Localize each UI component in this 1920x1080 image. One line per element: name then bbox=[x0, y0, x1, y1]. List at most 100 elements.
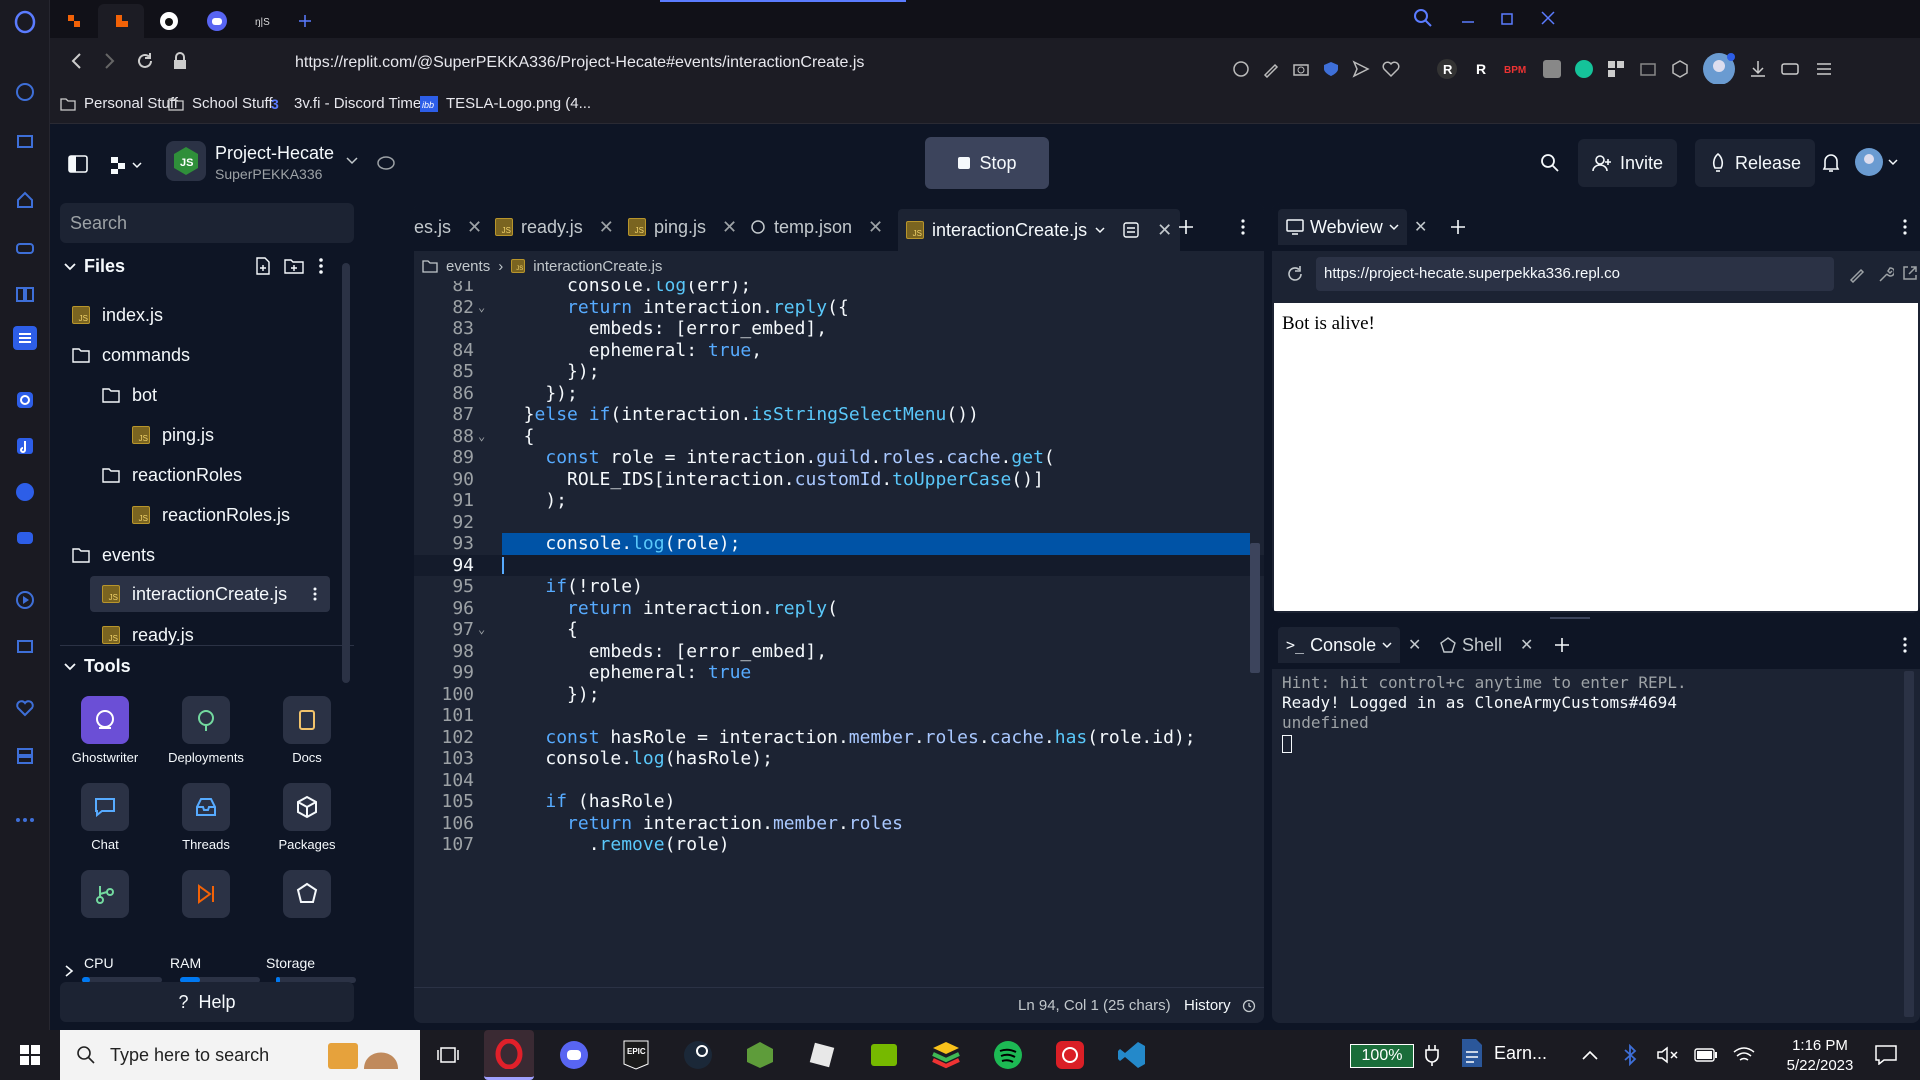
breadcrumb-file[interactable]: interactionCreate.js bbox=[533, 258, 662, 275]
close-icon[interactable]: ✕ bbox=[722, 217, 737, 238]
battery-percent-badge[interactable]: 100% bbox=[1350, 1044, 1414, 1068]
history-button[interactable]: History bbox=[1184, 997, 1231, 1014]
tools-section-header[interactable]: Tools bbox=[64, 656, 131, 677]
stop-button[interactable]: Stop bbox=[925, 137, 1049, 189]
qr-icon[interactable] bbox=[1606, 59, 1626, 79]
project-title[interactable]: Project-Hecate SuperPEKKA336 bbox=[215, 143, 334, 182]
grammarly-icon[interactable] bbox=[1574, 59, 1594, 79]
close-icon[interactable]: ✕ bbox=[868, 217, 883, 238]
aria-icon[interactable] bbox=[13, 80, 37, 104]
tabs-list-icon[interactable] bbox=[13, 326, 37, 350]
file-index-js[interactable]: JS index.js bbox=[72, 297, 163, 333]
new-folder-icon[interactable] bbox=[284, 257, 304, 275]
code-line[interactable]: 95 if(!role) bbox=[414, 576, 1264, 598]
folder-commands[interactable]: commands bbox=[72, 337, 190, 373]
replit-menu-button[interactable] bbox=[108, 155, 142, 175]
close-icon[interactable]: ✕ bbox=[1408, 635, 1421, 655]
code-line[interactable]: 103 console.log(hasRole); bbox=[414, 748, 1264, 770]
tool-chat[interactable]: Chat bbox=[60, 783, 150, 852]
file-ping-js[interactable]: JS ping.js bbox=[132, 417, 214, 453]
chevron-down-icon[interactable] bbox=[1389, 223, 1399, 231]
console-scrollbar[interactable] bbox=[1904, 671, 1914, 1017]
heart-icon[interactable] bbox=[13, 696, 37, 720]
cube-icon[interactable] bbox=[1670, 59, 1690, 79]
extension-bpm-icon[interactable]: BPM bbox=[1504, 60, 1530, 78]
taskbar-minecraft-icon[interactable] bbox=[744, 1039, 776, 1071]
bookmark-tesla-logo[interactable]: ibb TESLA-Logo.png (4... bbox=[420, 95, 591, 112]
taskbar-discord-icon[interactable] bbox=[558, 1039, 590, 1071]
bookmark-folder-personal[interactable]: Personal Stuff bbox=[60, 95, 178, 112]
code-line[interactable]: 98 embeds: [error_embed], bbox=[414, 641, 1264, 663]
code-line[interactable]: 91 ); bbox=[414, 490, 1264, 512]
folder-reactionroles[interactable]: reactionRoles bbox=[102, 457, 242, 493]
code-line[interactable]: 97 ⌄ { bbox=[414, 619, 1264, 641]
opera-logo-icon[interactable] bbox=[13, 10, 37, 34]
code-line[interactable]: 87 }else if(interaction.isStringSelectMe… bbox=[414, 404, 1264, 426]
taskbar-bluestacks-icon[interactable] bbox=[930, 1039, 962, 1071]
open-new-tab-icon[interactable] bbox=[1902, 265, 1918, 281]
code-line[interactable]: 81 console.log(err); bbox=[414, 281, 1264, 297]
tool-extensions[interactable] bbox=[262, 870, 352, 924]
restore-icon[interactable] bbox=[1498, 8, 1518, 28]
fold-chevron-icon[interactable]: ⌄ bbox=[478, 426, 485, 448]
tab-webview[interactable]: Webview bbox=[1278, 209, 1407, 245]
tool-threads[interactable]: Threads bbox=[161, 783, 251, 852]
file-search-input[interactable]: Search bbox=[60, 203, 354, 243]
cloud-sync-icon[interactable] bbox=[376, 153, 396, 171]
battery-saver-icon[interactable] bbox=[1780, 59, 1802, 79]
shopping-icon[interactable] bbox=[13, 128, 37, 152]
code-line[interactable]: 90 ROLE_IDS[interaction.customId.toUpper… bbox=[414, 469, 1264, 491]
preview-icon[interactable] bbox=[1123, 222, 1139, 238]
pane-menu-icon[interactable] bbox=[1240, 219, 1246, 235]
webview-frame[interactable]: Bot is alive! bbox=[1274, 303, 1918, 611]
tool-git[interactable] bbox=[60, 870, 150, 924]
tab-replit-1[interactable] bbox=[50, 4, 96, 38]
battery-icon[interactable] bbox=[1690, 1039, 1722, 1071]
history-icon[interactable] bbox=[1242, 999, 1256, 1013]
forward-icon[interactable] bbox=[100, 52, 118, 70]
code-line[interactable]: 96 return interaction.reply( bbox=[414, 598, 1264, 620]
extension-box-icon[interactable] bbox=[1638, 59, 1658, 79]
code-area[interactable]: 81 console.log(err); 82 ⌄ return interacti… bbox=[414, 281, 1264, 987]
code-line[interactable]: 104 bbox=[414, 770, 1264, 792]
search-icon[interactable] bbox=[1540, 153, 1560, 173]
chevron-down-icon[interactable] bbox=[1095, 226, 1105, 234]
tab-github[interactable] bbox=[146, 4, 192, 38]
search-tabs-icon[interactable] bbox=[1413, 8, 1433, 28]
file-reactionroles-js[interactable]: JS reactionRoles.js bbox=[132, 497, 290, 533]
resize-handle[interactable] bbox=[1550, 617, 1590, 619]
extension-k-icon[interactable] bbox=[1542, 59, 1562, 79]
tab-console[interactable]: >_ Console bbox=[1278, 627, 1401, 663]
user-avatar[interactable] bbox=[1854, 147, 1898, 177]
extension-r2-icon[interactable]: R bbox=[1470, 58, 1492, 80]
code-line[interactable]: 105 if (hasRole) bbox=[414, 791, 1264, 813]
notifications-bell-icon[interactable] bbox=[1822, 153, 1840, 173]
tool-ghostwriter[interactable]: Ghostwriter bbox=[60, 696, 150, 765]
emoji-icon[interactable] bbox=[1232, 60, 1250, 78]
editor-scrollbar[interactable] bbox=[1250, 543, 1260, 673]
folder-bot[interactable]: bot bbox=[102, 377, 157, 413]
code-line[interactable]: 83 embeds: [error_embed], bbox=[414, 318, 1264, 340]
favorite-icon[interactable] bbox=[1382, 60, 1400, 78]
charging-plug-icon[interactable] bbox=[1416, 1039, 1448, 1071]
code-line[interactable]: 106 return interaction.member.roles bbox=[414, 813, 1264, 835]
code-line[interactable]: 85 }); bbox=[414, 361, 1264, 383]
files-menu-icon[interactable] bbox=[318, 257, 324, 275]
add-tab-icon[interactable] bbox=[1450, 219, 1466, 235]
taskbar-vscode-icon[interactable] bbox=[1116, 1039, 1148, 1071]
breadcrumb-folder[interactable]: events bbox=[446, 258, 490, 275]
files-section-header[interactable]: Files bbox=[64, 256, 125, 277]
code-line[interactable]: 100 }); bbox=[414, 684, 1264, 706]
code-line[interactable]: 89 const role = interaction.guild.roles.… bbox=[414, 447, 1264, 469]
download-icon[interactable] bbox=[1748, 59, 1768, 79]
tab-file-temp-json[interactable]: temp.json ✕ bbox=[750, 209, 883, 245]
twitter-icon[interactable] bbox=[13, 480, 37, 504]
minimize-icon[interactable] bbox=[1458, 8, 1478, 28]
folder-events[interactable]: events bbox=[72, 537, 155, 573]
code-line[interactable]: 101 bbox=[414, 705, 1264, 727]
book-icon[interactable] bbox=[13, 282, 37, 306]
easy-setup-icon[interactable] bbox=[1814, 59, 1834, 79]
code-line[interactable]: 94 bbox=[414, 554, 1264, 576]
close-icon[interactable]: ✕ bbox=[599, 217, 614, 238]
task-view-icon[interactable] bbox=[432, 1039, 464, 1071]
